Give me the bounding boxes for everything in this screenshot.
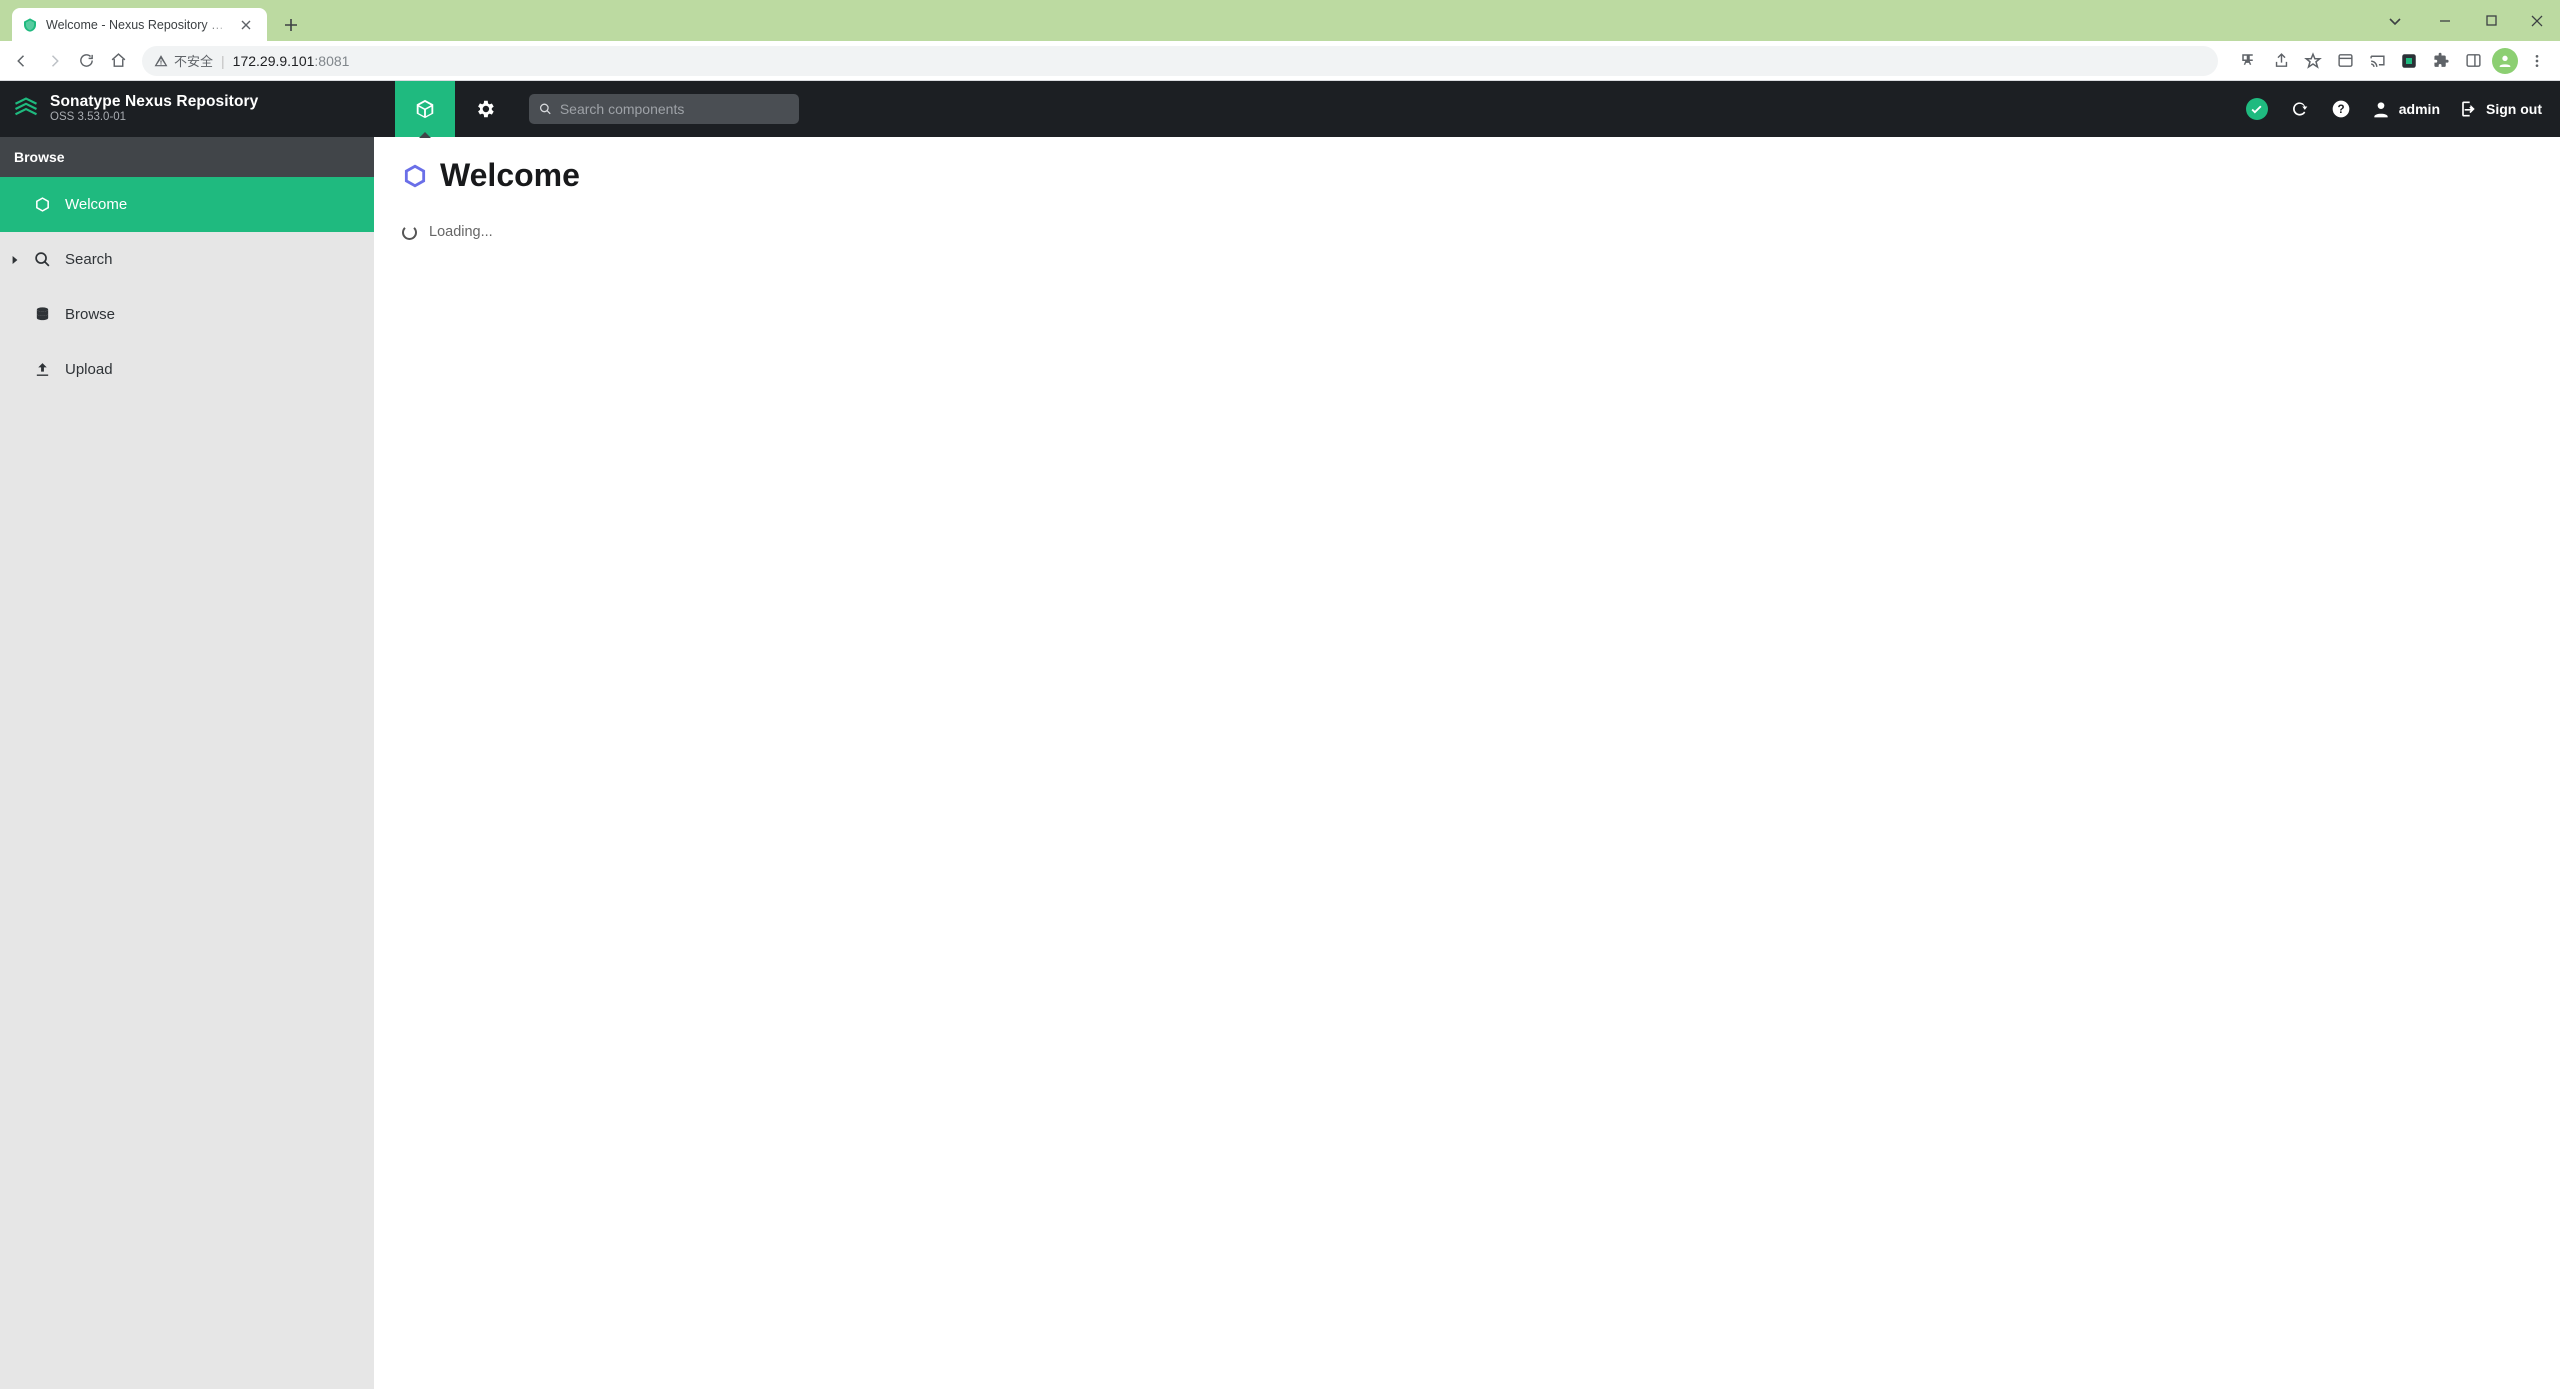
- side-panel-icon[interactable]: [2458, 46, 2488, 76]
- user-menu[interactable]: admin: [2371, 99, 2440, 119]
- sidebar-item-search[interactable]: Search: [0, 232, 374, 287]
- url-port: :8081: [314, 53, 349, 69]
- browser-actions: [2234, 46, 2552, 76]
- chrome-menu-button[interactable]: [2522, 46, 2552, 76]
- main-content: Welcome Loading...: [374, 137, 2560, 1389]
- address-bar[interactable]: 不安全 | 172.29.9.101:8081: [142, 46, 2218, 76]
- loading-indicator: Loading...: [402, 224, 2532, 240]
- sidebar-header: Browse: [0, 137, 374, 177]
- browser-tab-active[interactable]: Welcome - Nexus Repository Manager: [12, 8, 267, 41]
- browser-toolbar: 不安全 | 172.29.9.101:8081: [0, 41, 2560, 81]
- header-right: ? admin Sign out: [2245, 97, 2560, 121]
- tab-search-button[interactable]: [2378, 0, 2412, 41]
- reload-button[interactable]: [72, 47, 100, 75]
- expand-icon[interactable]: [10, 256, 20, 264]
- hexagon-icon: [402, 163, 428, 189]
- profile-button[interactable]: [2490, 46, 2520, 76]
- spinner-icon: [402, 225, 417, 240]
- signout-icon: [2458, 99, 2478, 119]
- loading-text: Loading...: [429, 224, 493, 240]
- new-tab-button[interactable]: [277, 11, 305, 39]
- url-host: 172.29.9.101: [233, 53, 315, 69]
- close-window-button[interactable]: [2514, 0, 2560, 41]
- omnibox-separator: |: [221, 53, 225, 69]
- gear-icon: [474, 98, 496, 120]
- app-header: Sonatype Nexus Repository OSS 3.53.0-01: [0, 81, 2560, 137]
- status-ok-button[interactable]: [2245, 97, 2269, 121]
- minimize-button[interactable]: [2422, 0, 2468, 41]
- database-icon: [34, 306, 51, 323]
- sidebar-item-label: Browse: [65, 306, 115, 323]
- url-text: 172.29.9.101:8081: [233, 53, 350, 69]
- reading-list-icon[interactable]: [2330, 46, 2360, 76]
- sonatype-logo-icon: [12, 95, 40, 123]
- search-icon: [34, 251, 51, 268]
- bookmark-icon[interactable]: [2298, 46, 2328, 76]
- nexus-app: Sonatype Nexus Repository OSS 3.53.0-01: [0, 81, 2560, 1389]
- home-button[interactable]: [104, 47, 132, 75]
- tab-favicon-icon: [22, 17, 38, 33]
- window-controls: [2378, 0, 2560, 41]
- back-button[interactable]: [8, 47, 36, 75]
- app-body: Browse Welcome Search Browse: [0, 137, 2560, 1389]
- sidebar: Browse Welcome Search Browse: [0, 137, 374, 1389]
- browse-mode-button[interactable]: [395, 81, 455, 137]
- signout-button[interactable]: Sign out: [2458, 99, 2542, 119]
- browser-tab-title: Welcome - Nexus Repository Manager: [46, 18, 231, 32]
- refresh-button[interactable]: [2287, 97, 2311, 121]
- user-icon: [2371, 99, 2391, 119]
- sidebar-item-label: Search: [65, 251, 113, 268]
- sidebar-item-label: Welcome: [65, 196, 127, 213]
- header-search[interactable]: [529, 94, 799, 124]
- svg-text:?: ?: [2337, 103, 2344, 116]
- share-icon[interactable]: [2266, 46, 2296, 76]
- extensions-icon[interactable]: [2426, 46, 2456, 76]
- translate-icon[interactable]: [2234, 46, 2264, 76]
- sidebar-item-browse[interactable]: Browse: [0, 287, 374, 342]
- sidebar-item-upload[interactable]: Upload: [0, 342, 374, 397]
- page-title: Welcome: [440, 157, 580, 194]
- brand-block[interactable]: Sonatype Nexus Repository OSS 3.53.0-01: [0, 93, 395, 124]
- security-label: 不安全: [174, 51, 213, 70]
- maximize-button[interactable]: [2468, 0, 2514, 41]
- not-secure-indicator[interactable]: 不安全: [154, 51, 213, 70]
- refresh-icon: [2289, 99, 2309, 119]
- search-input[interactable]: [560, 101, 789, 117]
- check-circle-icon: [2246, 98, 2268, 120]
- cast-icon[interactable]: [2362, 46, 2392, 76]
- warning-icon: [154, 54, 168, 68]
- help-button[interactable]: ?: [2329, 97, 2353, 121]
- tab-close-icon[interactable]: [239, 18, 253, 32]
- extension-icon-1[interactable]: [2394, 46, 2424, 76]
- brand-title: Sonatype Nexus Repository: [50, 93, 258, 111]
- admin-mode-button[interactable]: [455, 81, 515, 137]
- search-icon: [539, 102, 552, 116]
- sidebar-item-welcome[interactable]: Welcome: [0, 177, 374, 232]
- cube-icon: [414, 98, 436, 120]
- user-label: admin: [2399, 101, 2440, 117]
- forward-button[interactable]: [40, 47, 68, 75]
- chrome-tab-strip: Welcome - Nexus Repository Manager: [0, 0, 2560, 41]
- hexagon-outline-icon: [34, 196, 51, 213]
- help-icon: ?: [2331, 99, 2351, 119]
- brand-subtitle: OSS 3.53.0-01: [50, 111, 258, 124]
- signout-label: Sign out: [2486, 101, 2542, 117]
- page-title-row: Welcome: [402, 157, 2532, 194]
- sidebar-item-label: Upload: [65, 361, 113, 378]
- profile-avatar-icon: [2492, 48, 2518, 74]
- upload-icon: [34, 361, 51, 378]
